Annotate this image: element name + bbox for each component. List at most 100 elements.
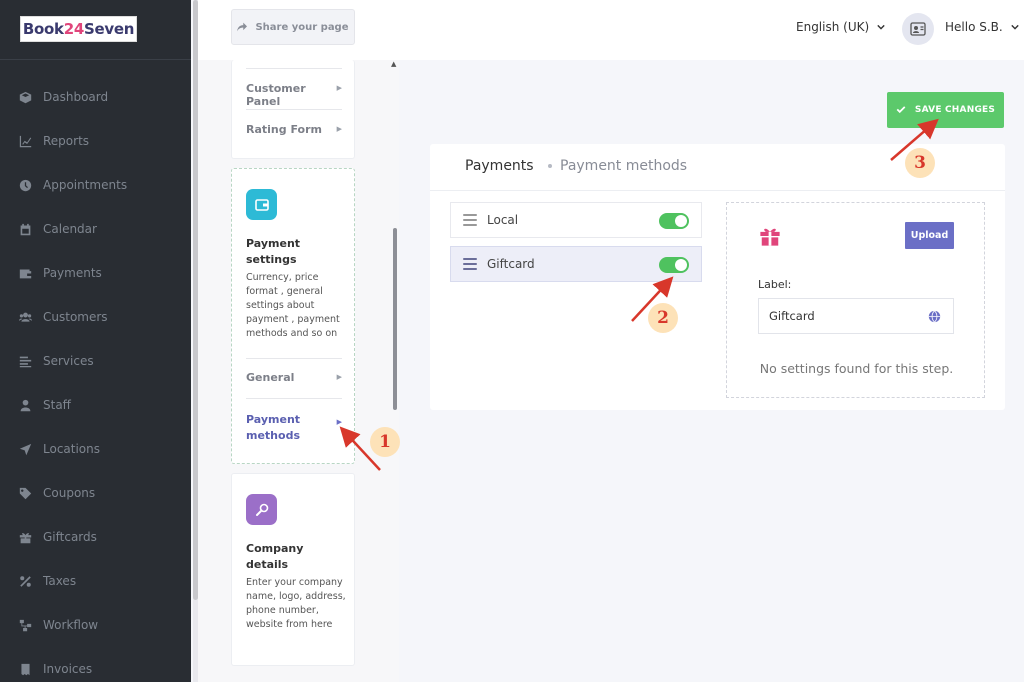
sidebar: Book 24 Seven Dashboard Reports Appointmen… [0,0,191,682]
sidebar-item-dashboard[interactable]: Dashboard [0,85,191,109]
upload-button[interactable]: Upload [905,222,954,249]
sidebar-item-label: Appointments [43,178,128,192]
save-changes-button[interactable]: SAVE CHANGES [887,92,1004,128]
sidebar-item-giftcards[interactable]: Giftcards [0,525,191,549]
sidebar-item-label: Reports [43,134,90,148]
link-rating-form[interactable]: Rating Form ▶ [246,123,342,136]
sidebar-item-label: Calendar [43,222,97,236]
language-label: English (UK) [796,20,870,34]
sidebar-item-invoices[interactable]: Invoices [0,657,191,681]
link-label: Customer Panel [246,82,306,108]
logo-text-book: Book [22,20,64,38]
list-icon [18,354,32,368]
location-arrow-icon [18,442,32,456]
user-icon [18,398,32,412]
method-settings-panel: Upload Label: Giftcard No settings found… [726,202,985,398]
sidebar-item-label: Workflow [43,618,99,632]
gift-icon [760,228,780,246]
page-title: Payments [465,158,534,174]
wallet-icon [246,189,277,220]
page-subtitle: Payment methods [560,158,688,174]
sidebar-item-label: Services [43,354,94,368]
method-label: Giftcard [487,257,535,271]
logo[interactable]: Book 24 Seven [20,16,137,42]
wrench-icon [246,494,277,525]
avatar[interactable] [902,13,934,45]
divider [246,68,342,69]
drag-handle-icon[interactable] [463,255,477,273]
caret-right-icon: ▶ [336,373,342,381]
sidebar-item-reports[interactable]: Reports [0,129,191,153]
link-label: Rating Form [246,123,322,136]
drag-handle-icon[interactable] [463,211,477,229]
sidebar-item-customers[interactable]: Customers [0,305,191,329]
card-description: Currency, price format , general setting… [246,272,340,339]
clock-icon [18,178,32,192]
gift-icon [18,530,32,544]
settings-scrollbar-thumb[interactable] [393,228,397,410]
tag-icon [18,486,32,500]
wallet-icon [18,266,32,280]
link-general[interactable]: General ▶ [246,371,342,384]
share-arrow-icon [237,22,248,32]
method-row-giftcard[interactable]: Giftcard [450,246,702,282]
chart-icon [18,134,32,148]
settings-card-panels: Customer Panel ▶ Rating Form ▶ [231,60,355,159]
workflow-icon [18,618,32,632]
caret-right-icon: ▶ [336,84,342,92]
payment-methods-panel: Payments Payment methods Local Giftcard … [430,144,1005,410]
method-toggle-giftcard[interactable] [659,257,689,273]
link-payment-methods[interactable]: Payment methods ▶ [246,412,342,444]
settings-card-company: Company details Enter your company name,… [231,473,355,666]
empty-settings-message: No settings found for this step. [759,361,954,376]
method-row-local[interactable]: Local [450,202,702,238]
divider [246,358,342,359]
annotation-badge-1: 1 [370,427,400,457]
user-greeting: Hello S.B. [945,20,1003,34]
percent-icon [18,574,32,588]
sidebar-item-label: Payments [43,266,102,280]
method-label: Local [487,213,519,227]
user-card-icon [910,22,926,36]
scroll-up-arrow-icon[interactable]: ▲ [391,60,396,68]
sidebar-item-workflow[interactable]: Workflow [0,613,191,637]
caret-right-icon: ▶ [336,125,342,133]
link-customer-panel[interactable]: Customer Panel ▶ [246,82,342,108]
annotation-badge-3: 3 [905,148,935,178]
calendar-icon [18,222,32,236]
sidebar-item-coupons[interactable]: Coupons [0,481,191,505]
label-field[interactable]: Giftcard [758,298,954,334]
sidebar-item-staff[interactable]: Staff [0,393,191,417]
logo-text-seven: Seven [84,20,135,38]
label-field-value: Giftcard [769,309,815,323]
sidebar-item-locations[interactable]: Locations [0,437,191,461]
sidebar-item-calendar[interactable]: Calendar [0,217,191,241]
language-selector[interactable]: English (UK) [796,20,885,34]
card-title: Company details [246,542,304,571]
users-icon [18,310,32,324]
breadcrumb-separator [548,164,552,168]
method-toggle-local[interactable] [659,213,689,229]
sidebar-item-taxes[interactable]: Taxes [0,569,191,593]
sidebar-item-label: Locations [43,442,101,456]
link-label: General [246,371,295,384]
check-icon [896,106,906,114]
settings-card-payment: Payment settings Currency, price format … [231,168,355,464]
chevron-down-icon [877,24,885,30]
link-label: Payment methods [246,413,301,442]
chevron-down-icon [1011,24,1019,30]
globe-icon[interactable] [928,310,941,323]
sidebar-divider [0,59,191,60]
card-title: Payment settings [246,237,301,266]
sidebar-item-label: Invoices [43,662,93,676]
label-caption: Label: [758,278,792,291]
sidebar-item-label: Staff [43,398,71,412]
sidebar-item-payments[interactable]: Payments [0,261,191,285]
sidebar-item-label: Dashboard [43,90,109,104]
share-page-button[interactable]: Share your page [231,9,355,45]
sidebar-item-appointments[interactable]: Appointments [0,173,191,197]
sidebar-item-label: Customers [43,310,108,324]
sidebar-item-services[interactable]: Services [0,349,191,373]
user-menu[interactable]: Hello S.B. [945,20,1019,34]
divider [246,109,342,110]
